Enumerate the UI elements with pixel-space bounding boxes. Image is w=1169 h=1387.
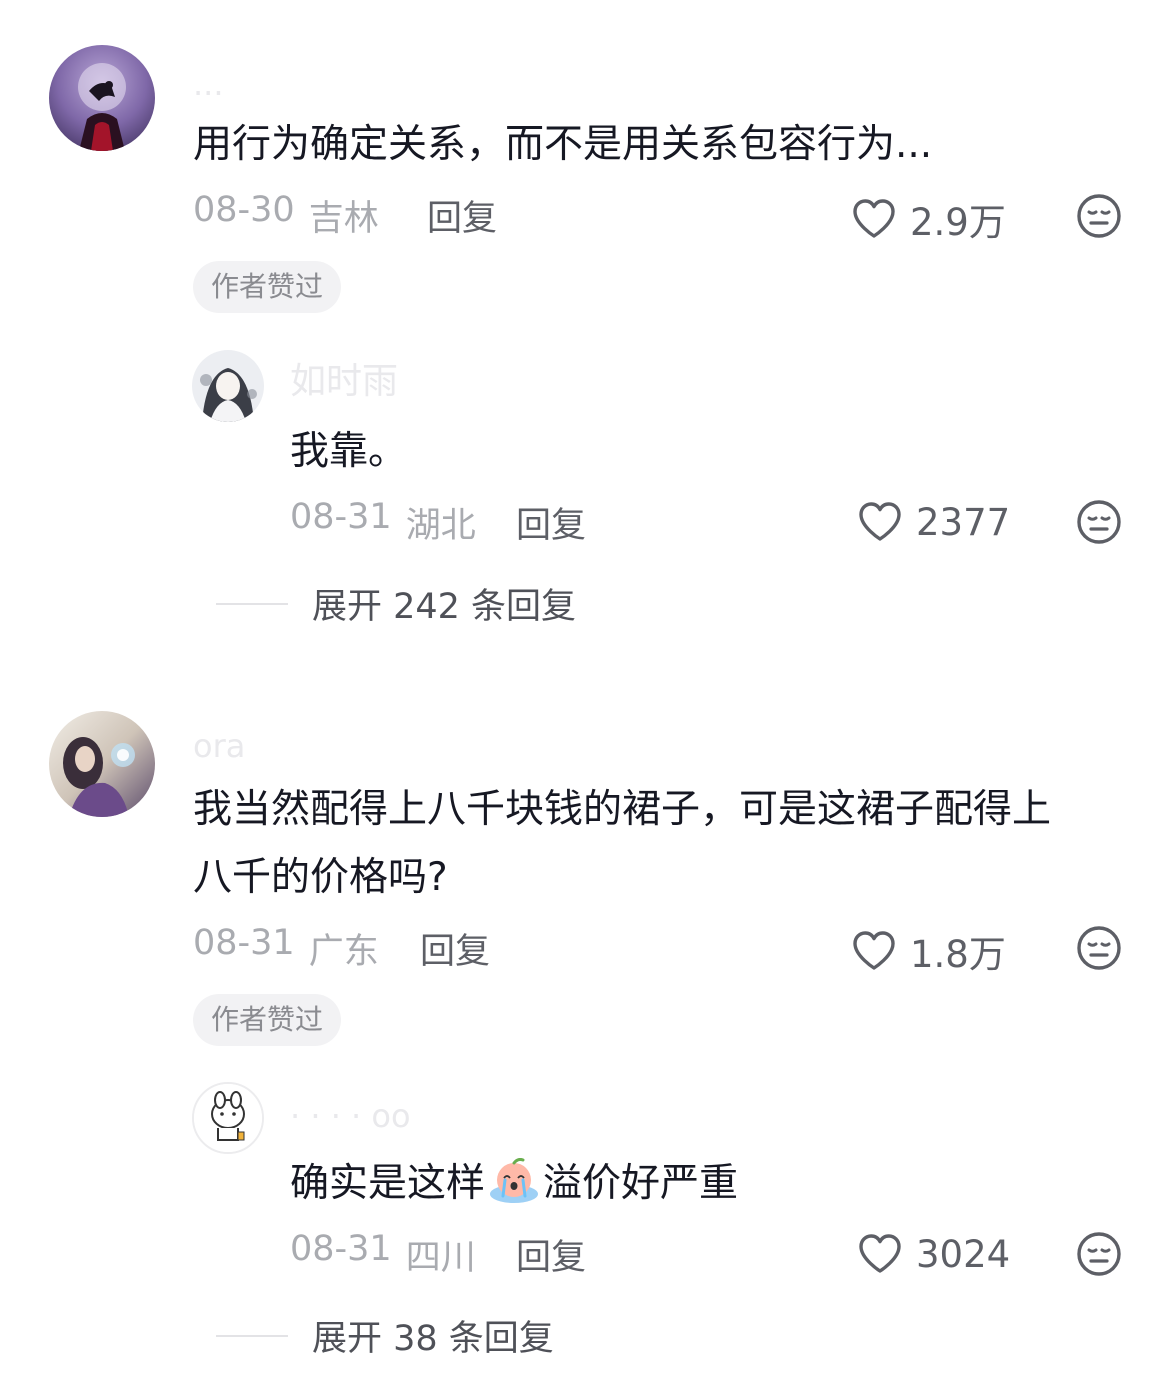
heart-outline-icon	[856, 1230, 904, 1278]
comment-text: 用行为确定关系，而不是用关系包容行为...	[193, 122, 933, 167]
reply-username[interactable]: 如时雨	[290, 360, 398, 404]
comment-date: 08-31	[193, 923, 295, 963]
crying-peach-emoji	[490, 1158, 539, 1203]
reply-location: 湖北	[405, 506, 476, 546]
unamused-face-icon[interactable]	[1075, 1230, 1123, 1278]
like-button[interactable]: 1.8万	[850, 924, 1006, 978]
reply-text: 确实是这样 溢价好严重	[290, 1150, 738, 1218]
like-count: 2377	[916, 500, 1011, 544]
comment-date: 08-30	[193, 190, 295, 230]
comment-meta: 08-30 吉林	[193, 190, 379, 241]
heart-outline-icon	[850, 927, 898, 975]
expand-replies-label: 展开 242 条回复	[312, 587, 577, 627]
like-count: 1.8万	[910, 933, 1006, 976]
like-button[interactable]: 3024	[856, 1230, 1010, 1278]
reply-location: 四川	[405, 1238, 476, 1278]
reply-button[interactable]: 回复	[420, 923, 490, 974]
reply-date: 08-31	[290, 497, 392, 537]
reply-text: 我靠。	[290, 429, 408, 474]
reply-date: 08-31	[290, 1229, 392, 1269]
unamused-face-icon[interactable]	[1075, 192, 1123, 240]
unamused-face-icon[interactable]	[1075, 924, 1123, 972]
comment-meta: 08-31 广东	[193, 923, 379, 974]
comment-location: 吉林	[308, 199, 379, 239]
like-button[interactable]: 2.9万	[850, 192, 1006, 246]
unamused-face-icon[interactable]	[1075, 498, 1123, 546]
expand-replies-button[interactable]: 展开 242 条回复	[216, 578, 576, 629]
comment-location: 广东	[308, 932, 379, 972]
like-button[interactable]: 2377	[856, 498, 1010, 546]
reply-button[interactable]: 回复	[516, 497, 586, 548]
username[interactable]: ora	[193, 726, 245, 766]
avatar[interactable]	[49, 711, 155, 817]
expand-replies-label: 展开 38 条回复	[312, 1319, 554, 1359]
author-liked-badge: 作者赞过	[193, 994, 342, 1046]
reply-avatar[interactable]	[192, 1082, 264, 1154]
heart-outline-icon	[856, 498, 904, 546]
reply-button[interactable]: 回复	[516, 1229, 586, 1280]
divider-line	[216, 602, 288, 605]
avatar[interactable]	[49, 45, 155, 151]
reply-button[interactable]: 回复	[427, 190, 497, 241]
reply-avatar[interactable]	[192, 350, 264, 422]
reply-meta: 08-31 湖北	[290, 497, 476, 548]
author-liked-badge: 作者赞过	[193, 261, 342, 313]
heart-outline-icon	[850, 195, 898, 243]
comment-text-line: 八千的价格吗?	[193, 855, 448, 900]
username[interactable]: ...	[193, 64, 224, 104]
divider-line	[216, 1334, 288, 1337]
comment-text-line: 我当然配得上八千块钱的裙子，可是这裙子配得上	[193, 787, 1052, 832]
reply-username[interactable]: · · · · oo	[290, 1096, 411, 1136]
like-count: 3024	[916, 1232, 1011, 1276]
reply-meta: 08-31 四川	[290, 1229, 476, 1280]
like-count: 2.9万	[910, 201, 1006, 244]
reply-text-part: 确实是这样	[290, 1161, 486, 1206]
expand-replies-button[interactable]: 展开 38 条回复	[216, 1310, 554, 1361]
reply-text-part: 溢价好严重	[543, 1161, 739, 1206]
